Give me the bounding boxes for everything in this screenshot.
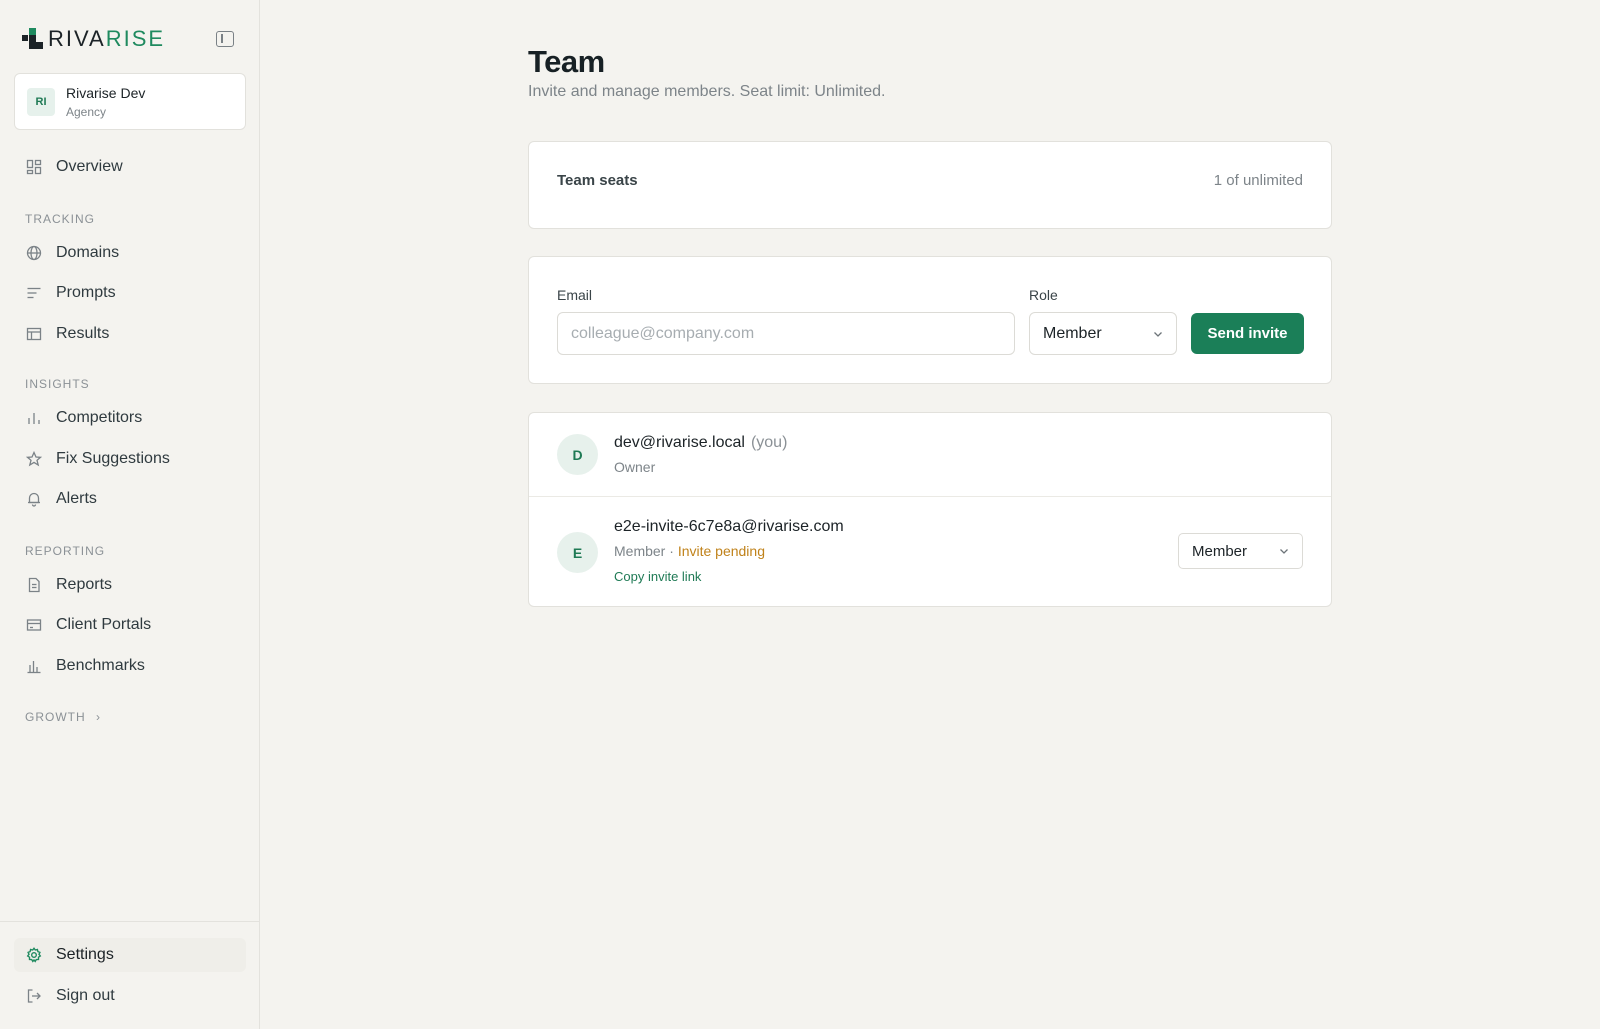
gear-icon (26, 947, 42, 963)
send-invite-button[interactable]: Send invite (1191, 313, 1304, 354)
card-icon (26, 617, 42, 633)
section-label-growth[interactable]: GROWTH › (25, 710, 101, 724)
invite-form-card: Email Role Member Send invite (528, 256, 1332, 384)
sidebar-item-domains[interactable]: Domains (14, 236, 246, 270)
chevron-down-icon (1153, 329, 1163, 339)
sidebar-item-results[interactable]: Results (14, 317, 246, 351)
sidebar-item-benchmarks[interactable]: Benchmarks (14, 649, 246, 683)
sidebar-item-label: Results (56, 325, 110, 342)
avatar: E (557, 532, 598, 573)
avatar: D (557, 434, 598, 475)
sidebar-item-label: Competitors (56, 409, 143, 426)
sidebar-item-reports[interactable]: Reports (14, 568, 246, 602)
member-role-select[interactable]: Member (1178, 533, 1303, 569)
invite-pending-status: Invite pending (677, 543, 765, 559)
member-role-status: Member · Invite pending (614, 543, 765, 559)
sidebar-item-label: Settings (56, 946, 114, 963)
star-icon (26, 451, 42, 467)
section-label-text: GROWTH (25, 710, 86, 724)
sidebar-item-prompts[interactable]: Prompts (14, 276, 246, 310)
sidebar-divider (0, 921, 260, 922)
org-type: Agency (66, 105, 107, 119)
org-name: Rivarise Dev (66, 85, 146, 101)
team-seats-value: 1 of unlimited (1213, 172, 1303, 189)
sidebar-item-label: Domains (56, 244, 120, 261)
separator: · (665, 543, 678, 559)
email-label: Email (557, 287, 593, 303)
sidebar-item-label: Reports (56, 576, 113, 593)
member-role: Member (614, 543, 666, 559)
bar-chart-icon (26, 410, 42, 426)
team-seats-card: Team seats 1 of unlimited (528, 141, 1332, 229)
sidebar-item-sign-out[interactable]: Sign out (14, 979, 246, 1013)
sidebar-item-label: Client Portals (56, 616, 152, 633)
org-avatar: RI (27, 88, 55, 116)
sidebar-item-competitors[interactable]: Competitors (14, 401, 246, 435)
team-seats-label: Team seats (557, 172, 638, 189)
text-lines-icon (26, 285, 42, 301)
sidebar-item-label: Fix Suggestions (56, 450, 170, 467)
sidebar-item-label: Prompts (56, 284, 116, 301)
sidebar-item-overview[interactable]: Overview (14, 150, 246, 184)
member-email: e2e-invite-6c7e8a@rivarise.com (614, 518, 844, 535)
page-subtitle: Invite and manage members. Seat limit: U… (528, 83, 886, 100)
sidebar: RIVARISE RI Rivarise Dev Agency Overview… (0, 0, 260, 1029)
sidebar-collapse-icon[interactable] (216, 31, 234, 47)
member-role: Owner (614, 459, 656, 475)
rivarise-logo-icon (22, 28, 44, 50)
org-switcher[interactable]: RI Rivarise Dev Agency (14, 73, 246, 130)
dashboard-icon (26, 159, 42, 175)
member-role-select-value: Member (1192, 542, 1248, 560)
globe-icon (26, 245, 42, 261)
copy-invite-link[interactable]: Copy invite link (614, 569, 701, 584)
you-tag: (you) (750, 434, 788, 451)
sidebar-item-client-portals[interactable]: Client Portals (14, 608, 246, 642)
chevron-right-icon: › (96, 710, 101, 724)
role-label: Role (1029, 287, 1058, 303)
sidebar-item-label: Sign out (56, 987, 115, 1004)
sidebar-item-label: Benchmarks (56, 657, 145, 674)
member-email: dev@rivarise.local (you) (614, 434, 787, 452)
brand-name: RIVARISE (48, 26, 166, 51)
role-select-value: Member (1043, 324, 1102, 342)
members-list-card: D dev@rivarise.local (you) Owner E e2e-in… (528, 412, 1332, 607)
bell-icon (26, 491, 42, 507)
sidebar-item-fix-suggestions[interactable]: Fix Suggestions (14, 442, 246, 476)
role-select[interactable]: Member (1029, 312, 1177, 355)
brand-logo[interactable]: RIVARISE (22, 26, 166, 51)
page-title: Team (528, 44, 605, 79)
member-row: E e2e-invite-6c7e8a@rivarise.com Member … (529, 496, 1331, 607)
benchmark-chart-icon (26, 658, 42, 674)
chevron-down-icon (1279, 546, 1289, 556)
member-row: D dev@rivarise.local (you) Owner (529, 413, 1331, 496)
section-label-reporting: REPORTING (25, 544, 106, 558)
section-label-tracking: TRACKING (25, 212, 96, 226)
sidebar-item-label: Alerts (56, 490, 97, 507)
email-field[interactable] (557, 312, 1015, 355)
document-icon (26, 577, 42, 593)
sidebar-item-alerts[interactable]: Alerts (14, 482, 246, 516)
member-email-text: dev@rivarise.local (614, 434, 745, 451)
sidebar-item-label: Overview (56, 158, 123, 175)
section-label-insights: INSIGHTS (25, 377, 90, 391)
sidebar-item-settings[interactable]: Settings (14, 938, 246, 972)
sign-out-icon (26, 988, 42, 1004)
table-icon (26, 326, 42, 342)
